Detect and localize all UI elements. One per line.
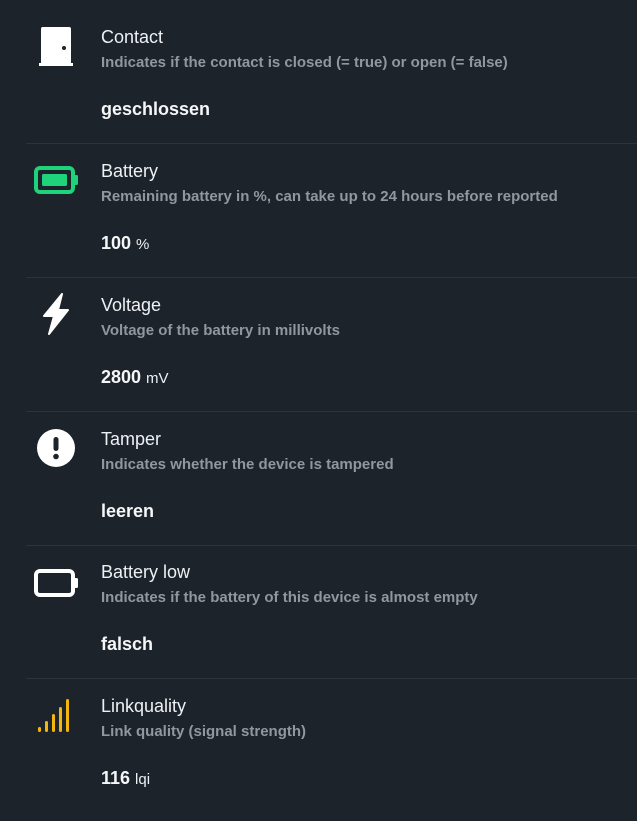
item-title: Battery [101,161,159,181]
item-title: Tamper [101,429,162,449]
exposes-list: Contact Indicates if the contact is clos… [0,0,637,821]
list-item-tamper: Tamper Indicates whether the device is t… [0,412,637,546]
item-value: 2800 [101,367,142,387]
item-value: leeren [101,501,155,521]
item-description: Voltage of the battery in millivolts [101,322,340,339]
item-description: Indicates if the contact is closed (= tr… [101,54,508,71]
item-title: Linkquality [101,696,187,716]
battery-full-icon [34,166,82,214]
item-value-row: geschlossen [101,98,210,122]
list-item-voltage: Voltage Voltage of the battery in milliv… [0,278,637,412]
item-unit: mV [146,370,169,387]
bolt-icon [38,293,86,341]
item-value: falsch [101,634,154,654]
item-title: Voltage [101,295,162,315]
item-description: Link quality (signal strength) [101,723,307,740]
item-value-row: 100% [101,232,149,256]
item-value: 116 [101,768,131,788]
item-unit: lqi [135,771,151,788]
item-description: Remaining battery in %, can take up to 2… [101,188,558,205]
item-value-row: 116 lqi [101,767,150,791]
exclamation-circle-icon [36,428,84,476]
item-title: Battery low [101,562,191,582]
item-unit: % [136,236,150,253]
door-icon [38,27,86,75]
item-description: Indicates whether the device is tampered [101,456,394,473]
item-value-row: leeren [101,500,154,524]
list-item-battery-low: Battery low Indicates if the battery of … [0,545,637,679]
signal-icon [36,696,84,744]
list-item-battery: Battery Remaining battery in %, can take… [0,144,637,278]
item-value-row: falsch [101,633,153,657]
battery-empty-icon [34,569,82,617]
item-value: 100 [101,233,132,253]
item-value: geschlossen [101,99,211,119]
list-item-linkquality: Linkquality Link quality (signal strengt… [0,679,637,813]
list-item-contact: Contact Indicates if the contact is clos… [0,10,637,144]
item-value-row: 2800 mV [101,366,169,390]
item-description: Indicates if the battery of this device … [101,589,478,606]
item-title: Contact [101,27,164,47]
